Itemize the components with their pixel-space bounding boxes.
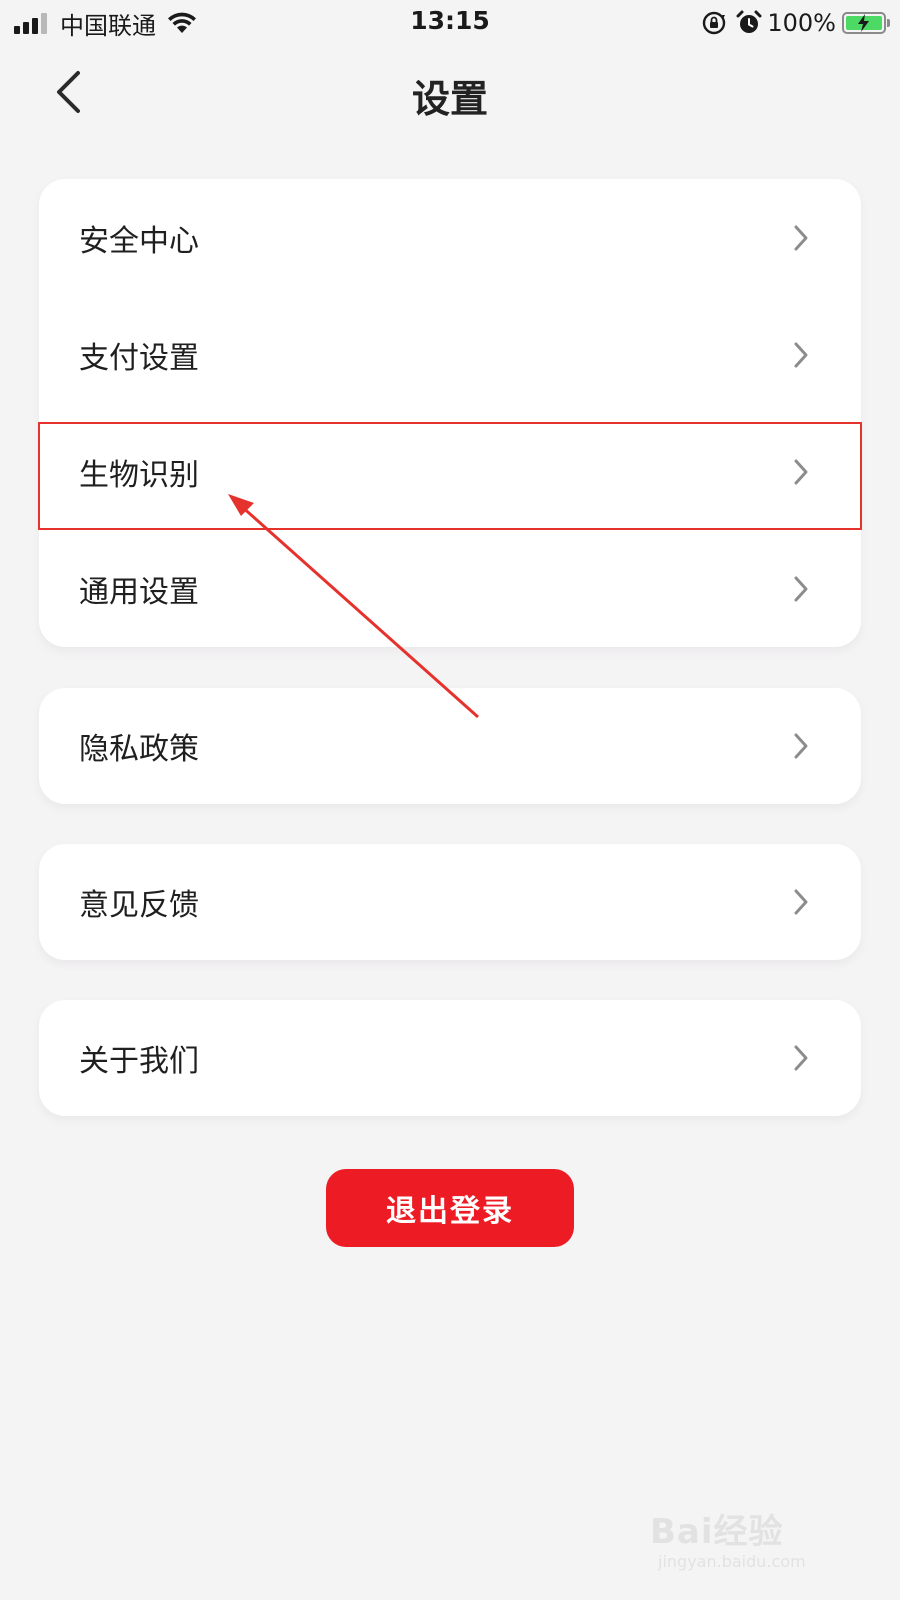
settings-item-label: 关于我们 (79, 1044, 199, 1079)
status-bar: 中国联通 13:15 100% (0, 0, 900, 46)
settings-item-label: 意见反馈 (79, 888, 199, 923)
settings-item-feedback[interactable]: 意见反馈 (39, 844, 861, 960)
settings-item-general-settings[interactable]: 通用设置 (39, 530, 861, 647)
settings-item-label: 生物识别 (79, 457, 199, 493)
settings-item-privacy-policy[interactable]: 隐私政策 (39, 688, 861, 804)
settings-item-security-center[interactable]: 安全中心 (39, 179, 861, 296)
battery-icon (842, 12, 886, 34)
watermark-url: jingyan.baidu.com (658, 1552, 806, 1571)
settings-item-label: 隐私政策 (79, 732, 199, 767)
chevron-right-icon (794, 459, 808, 484)
battery-percent: 100% (767, 9, 836, 37)
chevron-right-icon (794, 576, 808, 601)
settings-card-about: 关于我们 (39, 1000, 861, 1116)
chevron-right-icon (794, 342, 808, 367)
settings-card-privacy: 隐私政策 (39, 688, 861, 804)
chevron-right-icon (794, 225, 808, 250)
watermark-brand: Bai经验 (650, 1512, 784, 1552)
orientation-lock-icon (703, 11, 726, 35)
nav-bar: 设置 (0, 50, 900, 134)
page-title: 设置 (411, 77, 488, 121)
settings-item-label: 安全中心 (79, 223, 199, 259)
watermark-logo: Bai经验 jingyan.baidu.com (650, 1500, 850, 1580)
status-right: 100% (701, 8, 890, 38)
chevron-right-icon (794, 889, 808, 915)
settings-item-label: 通用设置 (79, 574, 199, 610)
logout-button[interactable]: 退出登录 (326, 1169, 574, 1247)
battery-tip (887, 19, 890, 27)
settings-item-label: 支付设置 (79, 340, 199, 376)
settings-item-about-us[interactable]: 关于我们 (39, 1000, 861, 1116)
settings-item-payment-settings[interactable]: 支付设置 (39, 296, 861, 413)
alarm-icon (736, 10, 762, 33)
chevron-right-icon (794, 733, 808, 759)
settings-card-feedback: 意见反馈 (39, 844, 861, 960)
settings-card-main: 安全中心 支付设置 生物识别 通用设置 (39, 179, 861, 647)
chevron-right-icon (794, 1045, 808, 1071)
settings-item-biometrics[interactable]: 生物识别 (39, 413, 861, 530)
